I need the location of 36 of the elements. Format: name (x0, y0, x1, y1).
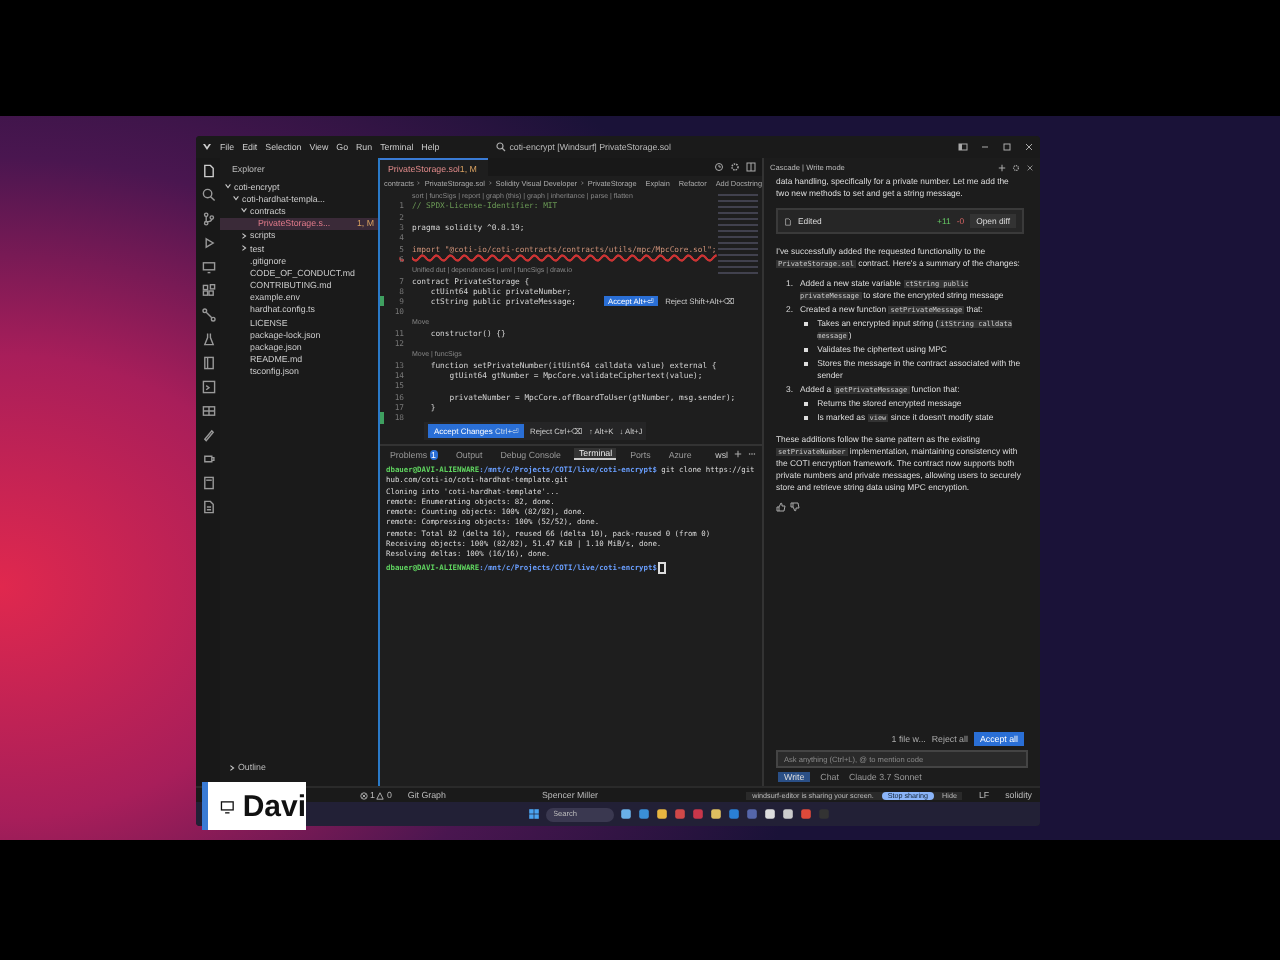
close-icon[interactable] (1026, 163, 1034, 171)
split-editor-icon[interactable] (746, 162, 756, 172)
flask-icon[interactable] (201, 332, 215, 346)
pen-icon[interactable] (201, 428, 215, 442)
error-icon (360, 791, 368, 799)
extensions-icon[interactable] (201, 284, 215, 298)
files-icon[interactable] (201, 164, 215, 178)
calculator-icon[interactable] (201, 476, 215, 490)
gear-icon[interactable] (730, 162, 740, 172)
gear-icon[interactable] (1012, 163, 1020, 171)
chevron-right-icon (580, 180, 585, 186)
start-icon[interactable] (527, 808, 539, 820)
branch-icon[interactable] (201, 212, 215, 226)
close-icon[interactable] (1024, 142, 1034, 152)
thumbs-down-icon[interactable] (790, 502, 800, 512)
layout-icon[interactable] (958, 142, 968, 152)
warning-icon (376, 791, 385, 799)
monitor-icon[interactable] (201, 260, 215, 274)
add-icon[interactable] (734, 450, 742, 458)
thumbs-up-icon[interactable] (776, 502, 786, 512)
search-icon (495, 142, 506, 152)
app-logo-icon[interactable] (202, 142, 212, 152)
history-icon[interactable] (714, 162, 724, 172)
network-icon[interactable] (201, 308, 215, 322)
chevron-right-icon (228, 763, 236, 771)
file-icon (784, 217, 792, 225)
presenter-label: Davi (202, 782, 306, 830)
table-icon[interactable] (201, 404, 215, 418)
play-icon[interactable] (201, 236, 215, 250)
add-icon[interactable] (998, 163, 1006, 171)
book-icon[interactable] (201, 356, 215, 370)
document-icon[interactable] (201, 500, 215, 514)
terminal-icon[interactable] (201, 380, 215, 394)
maximize-icon[interactable] (1002, 142, 1012, 152)
search-icon[interactable] (201, 188, 215, 202)
minimize-icon[interactable] (980, 142, 990, 152)
